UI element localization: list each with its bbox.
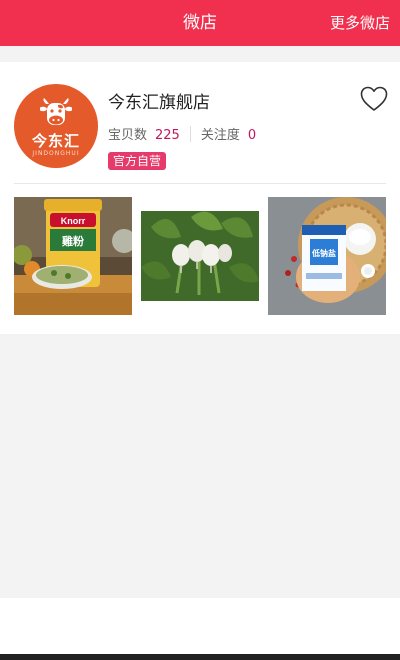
bottom-edge-bar	[0, 654, 400, 660]
card-divider	[14, 183, 386, 184]
product-thumb-2[interactable]	[141, 197, 259, 315]
salt-package-label: 低钠盐	[311, 248, 336, 258]
shop-name[interactable]: 今东汇旗舰店	[108, 88, 210, 113]
shop-card[interactable]: 今东汇 JINDONGHUI 今东汇旗舰店 宝贝数 225 关注度 0 官方自营 Kn…	[0, 62, 400, 334]
salt-package-image: 低钠盐	[268, 197, 386, 315]
radish-image	[141, 197, 259, 315]
chicken-powder-jar-image: Knorr 雞粉	[14, 197, 132, 315]
logo-brand-subtext: JINDONGHUI	[32, 150, 80, 157]
shop-stats: 宝贝数 225 关注度 0	[108, 124, 256, 143]
products-count-label: 宝贝数	[108, 128, 148, 143]
jar-product-label: 雞粉	[61, 234, 84, 248]
official-store-badge: 官方自营	[108, 152, 167, 170]
cow-logo-icon	[40, 98, 72, 125]
empty-content-area	[0, 334, 400, 598]
heart-outline-icon[interactable]	[360, 86, 388, 112]
jar-brand-label: Knorr	[61, 216, 86, 226]
top-bar: 微店 更多微店	[0, 0, 400, 46]
products-count-value: 225	[155, 128, 180, 143]
product-thumb-1[interactable]: Knorr 雞粉	[14, 197, 132, 315]
logo-brand-text: 今东汇	[31, 132, 80, 150]
more-shops-link[interactable]: 更多微店	[330, 0, 390, 46]
product-thumb-3[interactable]: 低钠盐	[268, 197, 386, 315]
followers-value: 0	[247, 128, 257, 143]
followers-label: 关注度	[200, 128, 240, 143]
top-spacer	[0, 46, 400, 62]
shop-logo[interactable]: 今东汇 JINDONGHUI	[14, 84, 98, 168]
stats-divider	[189, 126, 191, 142]
